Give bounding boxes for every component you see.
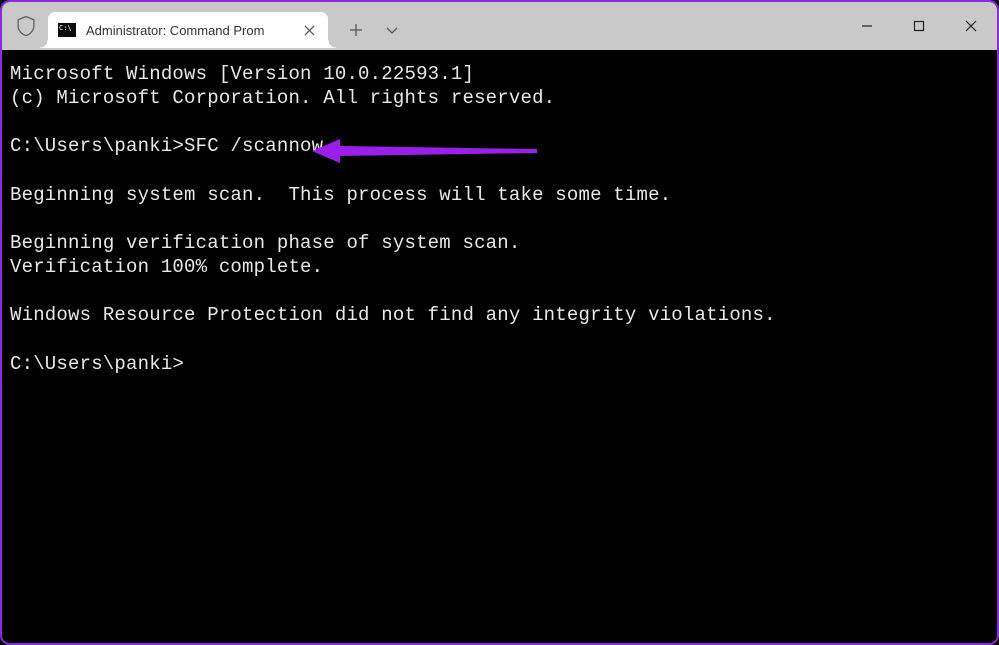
close-button[interactable] — [945, 2, 997, 50]
terminal-line: Microsoft Windows [Version 10.0.22593.1] — [10, 62, 989, 86]
terminal-content[interactable]: Microsoft Windows [Version 10.0.22593.1]… — [2, 50, 997, 643]
terminal-line: Verification 100% complete. — [10, 255, 989, 279]
tab-dropdown-button[interactable] — [374, 12, 410, 48]
title-bar: Administrator: Command Prom — [2, 2, 997, 50]
terminal-line — [10, 207, 989, 231]
terminal-line — [10, 279, 989, 303]
tab-title: Administrator: Command Prom — [86, 23, 264, 38]
terminal-line: Windows Resource Protection did not find… — [10, 303, 989, 327]
terminal-line: Beginning verification phase of system s… — [10, 231, 989, 255]
terminal-line — [10, 110, 989, 134]
shield-icon — [16, 15, 36, 37]
terminal-line — [10, 159, 989, 183]
terminal-line: C:\Users\panki>SFC /scannow — [10, 134, 989, 158]
tab-close-button[interactable] — [300, 21, 318, 39]
maximize-button[interactable] — [893, 2, 945, 50]
terminal-line: (c) Microsoft Corporation. All rights re… — [10, 86, 989, 110]
terminal-prompt: C:\Users\panki> — [10, 352, 989, 376]
window-controls — [841, 2, 997, 50]
tab-active[interactable]: Administrator: Command Prom — [48, 12, 328, 48]
terminal-line — [10, 327, 989, 351]
cmd-icon — [58, 23, 76, 37]
minimize-button[interactable] — [841, 2, 893, 50]
terminal-line: Beginning system scan. This process will… — [10, 183, 989, 207]
new-tab-button[interactable] — [338, 12, 374, 48]
